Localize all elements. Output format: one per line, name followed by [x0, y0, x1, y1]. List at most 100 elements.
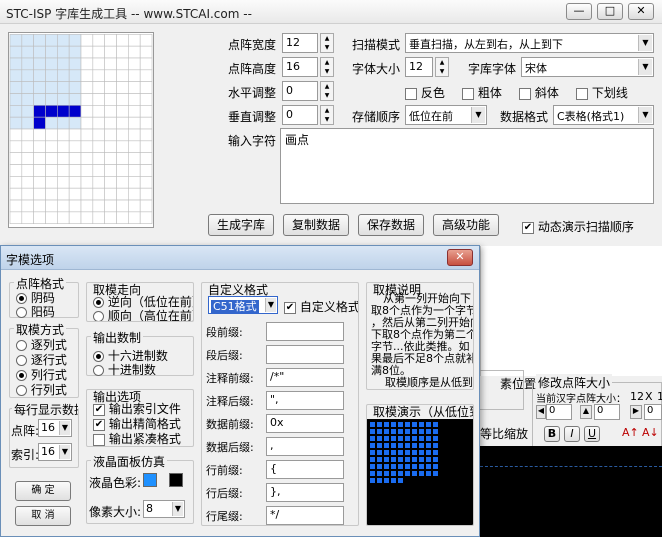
vadj-spinner[interactable]: ▲ ▼	[320, 105, 334, 125]
arrow-right-icon[interactable]: ▶	[630, 405, 642, 419]
pixel-size-select[interactable]: 8 ▼	[143, 500, 185, 518]
grid-cell	[33, 187, 46, 201]
bold-checkbox[interactable]: 粗体	[462, 84, 502, 101]
grid-cell	[45, 45, 58, 59]
lcd-color-label: 液晶色彩:	[89, 476, 142, 490]
radio-forward[interactable]: 顺向（高位在前）	[93, 307, 193, 321]
output-group: 输出选项 ✔ 输出索引文件 ✔ 输出精简格式 输出紧凑格式	[86, 389, 194, 447]
grid-cell	[33, 116, 46, 130]
height-adjust-input[interactable]: 0	[594, 404, 620, 420]
width-spinner[interactable]: ▲ ▼	[320, 33, 334, 53]
width-input[interactable]: 12	[282, 33, 318, 53]
custom-row-input[interactable]: ",	[266, 391, 344, 410]
maximize-button[interactable]: □	[597, 3, 623, 20]
italic-button[interactable]: I	[564, 426, 580, 442]
grid-cell	[80, 105, 94, 118]
demo-scan-checkbox[interactable]: ✔ 动态演示扫描顺序	[522, 218, 634, 235]
grid-cell	[33, 211, 46, 224]
grid-cell	[57, 45, 70, 59]
copy-button[interactable]: 复制数据	[283, 214, 349, 236]
custom-row-input[interactable]: ,	[266, 437, 344, 456]
invert-checkbox[interactable]: 反色	[405, 84, 445, 101]
fontsize-input[interactable]: 12	[405, 57, 433, 77]
custom-row-input[interactable]: */	[266, 506, 344, 525]
demo-cell	[412, 457, 417, 462]
demo-cell	[370, 422, 375, 427]
custom-row-input[interactable]	[266, 322, 344, 341]
demo-cell	[426, 429, 431, 434]
grid-cell	[116, 116, 129, 130]
desc-text: 从第一列开始向下 取8个点作为一个字节 ，然后从第二列开始向 下取8个点作为第二…	[371, 292, 474, 377]
dialog-close-button[interactable]: ✕	[447, 249, 473, 266]
grid-cell	[116, 140, 129, 153]
close-button[interactable]: ✕	[628, 3, 654, 20]
radio-positive[interactable]: 阳码	[16, 303, 55, 320]
font-options-dialog: 字模选项 ✕ 点阵格式 阴码 阳码 取模方式 逐列式 逐行式 列行式 行列式 每…	[0, 245, 480, 537]
underline-button[interactable]: U	[584, 426, 600, 442]
underline-checkbox[interactable]: 下划线	[576, 84, 628, 101]
cancel-button[interactable]: 取 消	[15, 506, 71, 526]
scan-mode-select[interactable]: 垂直扫描，从左到右，从上到下 ▼	[405, 33, 654, 53]
text-shrink-icon[interactable]: A↓	[642, 426, 659, 442]
custom-row-input[interactable]: 0x	[266, 414, 344, 433]
custom-row-input[interactable]: },	[266, 483, 344, 502]
index-per-line-select[interactable]: 16 ▼	[38, 443, 72, 461]
grid-cell	[21, 128, 34, 142]
height-input[interactable]: 16	[282, 57, 318, 77]
custom-format-select[interactable]: C51格式 ▼	[208, 296, 278, 314]
italic-checkbox[interactable]: 斜体	[519, 84, 559, 101]
fontsize-spinner[interactable]: ▲ ▼	[435, 57, 449, 77]
custom-row-input[interactable]: {	[266, 460, 344, 479]
dot-per-line-select[interactable]: 16 ▼	[38, 419, 72, 437]
input-text-area[interactable]: 画点	[280, 128, 654, 204]
grid-cell	[57, 105, 70, 118]
output-area[interactable]	[480, 246, 662, 376]
arrow-up-icon[interactable]: ▲	[580, 405, 592, 419]
format-select[interactable]: C表格(格式1) ▼	[553, 105, 654, 125]
order-select[interactable]: 低位在前 ▼	[405, 105, 487, 125]
direction-group: 取模走向 逆向（低位在前） 顺向（高位在前）	[86, 282, 194, 322]
grid-cell	[9, 81, 23, 94]
lcd-color-a-swatch[interactable]	[143, 473, 157, 487]
grid-cell	[45, 93, 58, 106]
demo-cell	[391, 464, 396, 469]
checkbox-tight[interactable]: 输出紧凑格式	[93, 430, 181, 446]
grid-cell	[139, 187, 153, 201]
arrow-left-icon[interactable]: ◀	[536, 405, 546, 419]
grid-cell	[45, 164, 58, 177]
save-button[interactable]: 保存数据	[358, 214, 424, 236]
minimize-button[interactable]: —	[566, 3, 592, 20]
demo-cell	[426, 471, 431, 476]
grid-cell	[116, 34, 129, 47]
hadj-input[interactable]: 0	[282, 81, 318, 101]
custom-row-input[interactable]	[266, 345, 344, 364]
radio-row-column[interactable]: 行列式	[16, 381, 67, 398]
grid-cell	[57, 116, 70, 130]
grid-cell	[21, 176, 34, 189]
generate-button[interactable]: 生成字库	[208, 214, 274, 236]
vadj-input[interactable]: 0	[282, 105, 318, 125]
radio-decimal[interactable]: 十进制数	[93, 361, 156, 378]
custom-format-checkbox[interactable]: ✔ 自定义格式	[284, 298, 358, 315]
text-grow-icon[interactable]: A↑	[622, 426, 639, 442]
grid-cell	[104, 176, 117, 189]
advanced-button[interactable]: 高级功能	[433, 214, 499, 236]
grid-cell	[80, 187, 94, 201]
lcd-color-b-swatch[interactable]	[169, 473, 183, 487]
bold-button[interactable]: B	[544, 426, 560, 442]
grid-cell	[68, 105, 82, 118]
hadj-spinner[interactable]: ▲ ▼	[320, 81, 334, 101]
demo-cell	[433, 450, 438, 455]
grid-cell	[104, 34, 117, 47]
extra-adjust-input[interactable]: 0	[644, 404, 662, 420]
width-adjust-input[interactable]: 0	[546, 404, 572, 420]
grid-cell	[92, 164, 105, 177]
ok-button[interactable]: 确 定	[15, 481, 71, 501]
grid-cell	[33, 164, 46, 177]
height-spinner[interactable]: ▲ ▼	[320, 57, 334, 77]
grid-cell	[128, 128, 141, 142]
custom-row-input[interactable]: /*"	[266, 368, 344, 387]
dot-matrix-grid[interactable]	[8, 32, 154, 228]
font-select[interactable]: 宋体 ▼	[521, 57, 654, 77]
demo-cell	[377, 450, 382, 455]
